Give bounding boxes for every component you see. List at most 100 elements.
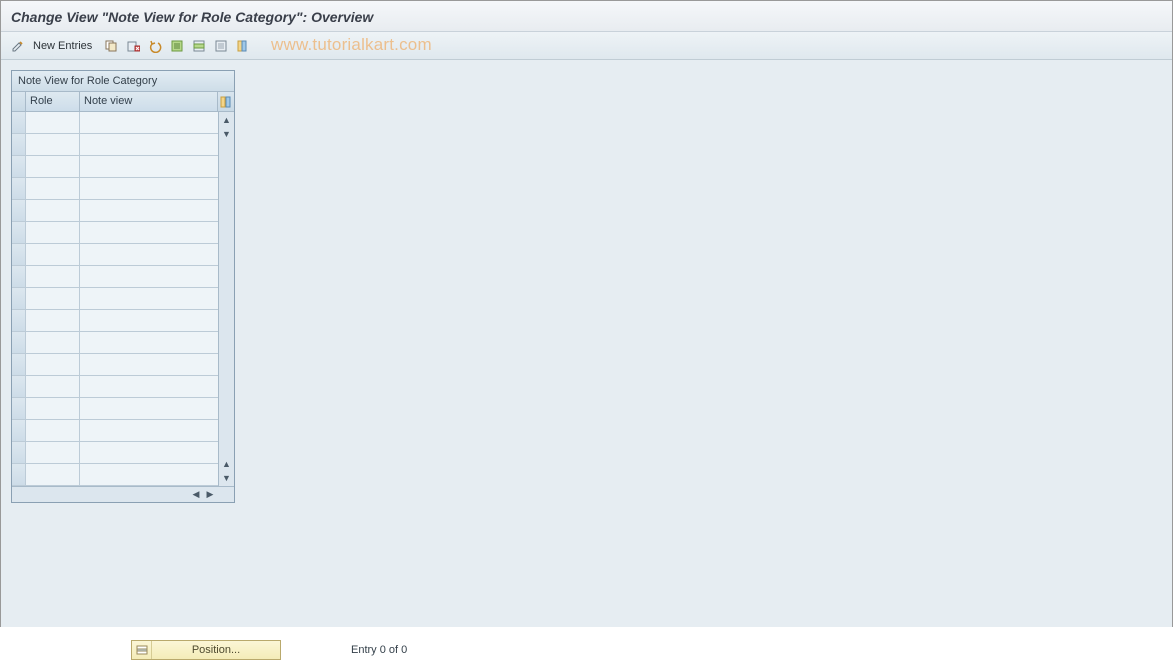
- cell-note-view[interactable]: [80, 354, 218, 375]
- table-row[interactable]: [12, 398, 218, 420]
- table-row[interactable]: [12, 134, 218, 156]
- table-row[interactable]: [12, 200, 218, 222]
- row-selector[interactable]: [12, 222, 26, 243]
- select-all-icon[interactable]: [168, 37, 186, 55]
- cell-note-view[interactable]: [80, 420, 218, 441]
- configure-columns-icon[interactable]: [234, 37, 252, 55]
- entry-count: Entry 0 of 0: [351, 644, 407, 656]
- position-icon: [132, 641, 152, 659]
- row-selector[interactable]: [12, 266, 26, 287]
- column-config-icon[interactable]: [218, 92, 234, 111]
- cell-role[interactable]: [26, 442, 80, 463]
- cell-role[interactable]: [26, 332, 80, 353]
- select-all-column-header[interactable]: [12, 92, 26, 111]
- row-selector[interactable]: [12, 442, 26, 463]
- cell-role[interactable]: [26, 266, 80, 287]
- vertical-scrollbar[interactable]: ▲ ▼ ▲ ▼: [218, 112, 234, 486]
- cell-role[interactable]: [26, 244, 80, 265]
- delete-icon[interactable]: [124, 37, 142, 55]
- cell-role[interactable]: [26, 376, 80, 397]
- cell-role[interactable]: [26, 178, 80, 199]
- row-selector[interactable]: [12, 354, 26, 375]
- table-row[interactable]: [12, 354, 218, 376]
- table-row[interactable]: [12, 442, 218, 464]
- horizontal-scrollbar[interactable]: ◀ ▶: [12, 486, 234, 502]
- table-row[interactable]: [12, 156, 218, 178]
- table-row[interactable]: [12, 266, 218, 288]
- table-row[interactable]: [12, 178, 218, 200]
- scroll-down-icon[interactable]: ▼: [221, 128, 233, 140]
- deselect-all-icon[interactable]: [212, 37, 230, 55]
- column-header-role[interactable]: Role: [26, 92, 80, 111]
- copy-as-icon[interactable]: [102, 37, 120, 55]
- row-selector[interactable]: [12, 112, 26, 133]
- scroll-up-end-icon[interactable]: ▲: [221, 458, 233, 470]
- toggle-change-mode-icon[interactable]: [9, 37, 27, 55]
- cell-role[interactable]: [26, 112, 80, 133]
- row-selector[interactable]: [12, 376, 26, 397]
- cell-role[interactable]: [26, 156, 80, 177]
- cell-note-view[interactable]: [80, 178, 218, 199]
- cell-note-view[interactable]: [80, 222, 218, 243]
- row-selector[interactable]: [12, 156, 26, 177]
- row-selector[interactable]: [12, 420, 26, 441]
- table-body: ▲ ▼ ▲ ▼: [12, 112, 234, 486]
- cell-role[interactable]: [26, 398, 80, 419]
- scroll-left-icon[interactable]: ◀: [190, 489, 202, 501]
- row-selector[interactable]: [12, 134, 26, 155]
- table-container: Note View for Role Category Role Note vi…: [11, 70, 235, 503]
- row-selector[interactable]: [12, 332, 26, 353]
- cell-role[interactable]: [26, 464, 80, 485]
- table-row[interactable]: [12, 332, 218, 354]
- column-header-note-view[interactable]: Note view: [80, 92, 218, 111]
- cell-role[interactable]: [26, 134, 80, 155]
- footer: Position... Entry 0 of 0: [131, 640, 407, 660]
- select-block-icon[interactable]: [190, 37, 208, 55]
- cell-note-view[interactable]: [80, 112, 218, 133]
- scroll-right-icon[interactable]: ▶: [204, 489, 216, 501]
- table-row[interactable]: [12, 112, 218, 134]
- table-row[interactable]: [12, 420, 218, 442]
- scroll-down-end-icon[interactable]: ▼: [221, 472, 233, 484]
- row-selector[interactable]: [12, 310, 26, 331]
- cell-role[interactable]: [26, 354, 80, 375]
- cell-note-view[interactable]: [80, 442, 218, 463]
- row-selector[interactable]: [12, 200, 26, 221]
- content-area: Note View for Role Category Role Note vi…: [1, 60, 1172, 627]
- cell-note-view[interactable]: [80, 464, 218, 485]
- table-row[interactable]: [12, 464, 218, 486]
- page-title: Change View "Note View for Role Category…: [1, 1, 1172, 32]
- cell-note-view[interactable]: [80, 200, 218, 221]
- cell-note-view[interactable]: [80, 376, 218, 397]
- row-selector[interactable]: [12, 464, 26, 485]
- table-row[interactable]: [12, 288, 218, 310]
- row-selector[interactable]: [12, 288, 26, 309]
- table-row[interactable]: [12, 222, 218, 244]
- undo-icon[interactable]: [146, 37, 164, 55]
- table-row[interactable]: [12, 376, 218, 398]
- cell-role[interactable]: [26, 200, 80, 221]
- cell-note-view[interactable]: [80, 310, 218, 331]
- cell-role[interactable]: [26, 288, 80, 309]
- table-row[interactable]: [12, 244, 218, 266]
- cell-role[interactable]: [26, 310, 80, 331]
- cell-note-view[interactable]: [80, 332, 218, 353]
- cell-note-view[interactable]: [80, 398, 218, 419]
- cell-role[interactable]: [26, 420, 80, 441]
- toolbar: New Entries: [1, 32, 1172, 60]
- cell-note-view[interactable]: [80, 288, 218, 309]
- table-header: Role Note view: [12, 92, 234, 112]
- row-selector[interactable]: [12, 178, 26, 199]
- watermark: www.tutorialkart.com: [271, 35, 432, 55]
- cell-note-view[interactable]: [80, 266, 218, 287]
- position-button[interactable]: Position...: [131, 640, 281, 660]
- cell-note-view[interactable]: [80, 244, 218, 265]
- cell-note-view[interactable]: [80, 134, 218, 155]
- row-selector[interactable]: [12, 398, 26, 419]
- scroll-up-icon[interactable]: ▲: [221, 114, 233, 126]
- cell-note-view[interactable]: [80, 156, 218, 177]
- cell-role[interactable]: [26, 222, 80, 243]
- new-entries-button[interactable]: New Entries: [31, 37, 98, 55]
- row-selector[interactable]: [12, 244, 26, 265]
- table-row[interactable]: [12, 310, 218, 332]
